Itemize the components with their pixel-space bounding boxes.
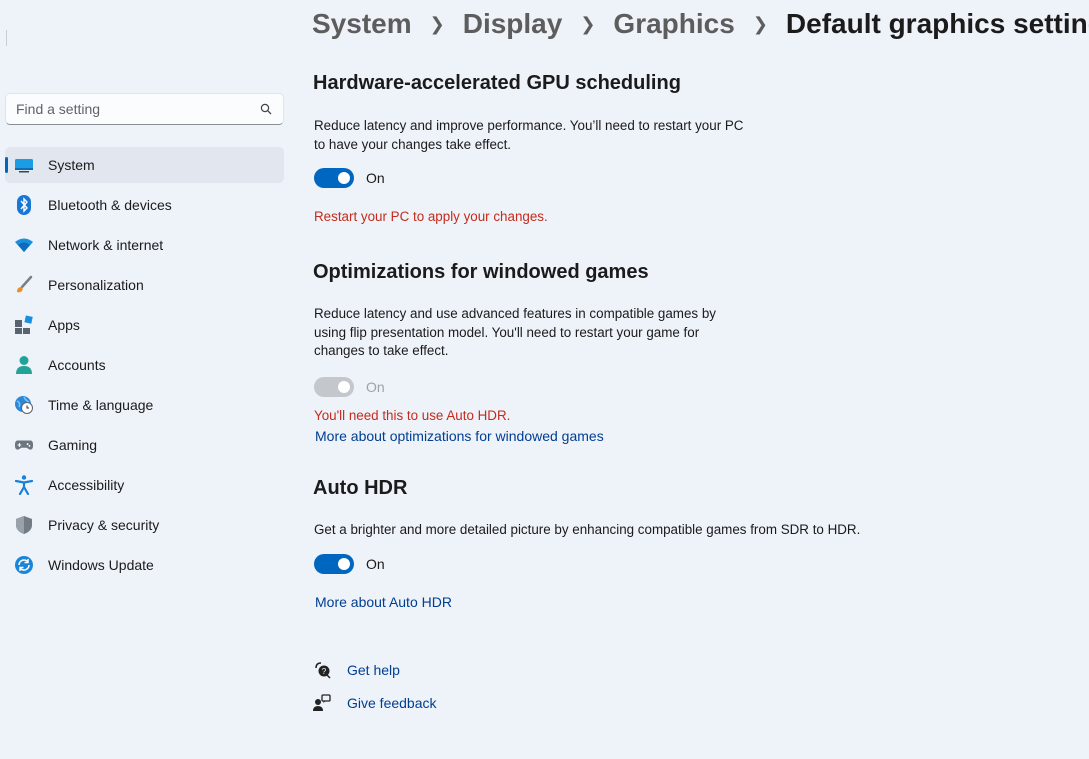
gpu-scheduling-title: Hardware-accelerated GPU scheduling — [313, 72, 681, 94]
description-line: using flip presentation model. You'll ne… — [314, 324, 700, 340]
sidebar-item-label: Time & language — [48, 397, 154, 413]
breadcrumb: System ❯ Display ❯ Graphics ❯ Default gr… — [312, 8, 1089, 40]
sidebar-item-windows-update[interactable]: Windows Update — [5, 547, 284, 583]
sidebar-item-label: System — [48, 157, 95, 173]
sidebar-item-bluetooth-devices[interactable]: Bluetooth & devices — [5, 187, 284, 223]
windowed-games-learn-more-link[interactable]: More about optimizations for windowed ga… — [315, 428, 604, 444]
give-feedback-link[interactable]: Give feedback — [347, 695, 437, 711]
toggle-knob — [338, 558, 350, 570]
get-help-row[interactable]: ? Get help — [313, 661, 400, 679]
page-title: Default graphics settings — [785, 8, 1089, 39]
brush-icon — [14, 275, 34, 295]
sidebar-item-label: Gaming — [48, 437, 98, 453]
apps-icon — [14, 315, 34, 335]
svg-text:?: ? — [322, 667, 327, 676]
gpu-scheduling-toggle[interactable] — [314, 168, 354, 188]
windowed-games-toggle-row: On — [314, 377, 385, 397]
window-title-divider — [6, 30, 7, 46]
sidebar-item-label: Accessibility — [48, 477, 125, 493]
sidebar-item-time-language[interactable]: Time & language — [5, 387, 284, 423]
breadcrumb-display[interactable]: Display — [463, 8, 563, 40]
toggle-state-label: On — [366, 170, 385, 186]
feedback-icon — [313, 694, 331, 712]
chevron-right-icon: ❯ — [580, 13, 596, 34]
description-line: to have your changes take effect. — [314, 136, 512, 152]
sidebar-item-label: Windows Update — [48, 557, 154, 573]
auto-hdr-toggle-row: On — [314, 554, 385, 574]
auto-hdr-learn-more-link[interactable]: More about Auto HDR — [315, 594, 452, 610]
windowed-games-title: Optimizations for windowed games — [313, 261, 649, 283]
description-line: Reduce latency and use advanced features… — [314, 306, 716, 321]
sidebar-item-accessibility[interactable]: Accessibility — [5, 467, 284, 503]
sidebar-item-label: Accounts — [48, 357, 106, 373]
sidebar-item-privacy-security[interactable]: Privacy & security — [5, 507, 284, 543]
give-feedback-row[interactable]: Give feedback — [313, 694, 437, 712]
sidebar: System Bluetooth & devices Network & int… — [0, 0, 295, 759]
toggle-state-label: On — [366, 379, 385, 395]
sidebar-item-label: Bluetooth & devices — [48, 197, 172, 213]
bluetooth-icon — [14, 195, 34, 215]
sidebar-item-apps[interactable]: Apps — [5, 307, 284, 343]
sidebar-item-system[interactable]: System — [5, 147, 284, 183]
auto-hdr-title: Auto HDR — [313, 477, 408, 499]
search-icon[interactable] — [259, 102, 273, 116]
gamepad-icon — [14, 435, 34, 455]
shield-icon — [14, 515, 34, 535]
sidebar-item-personalization[interactable]: Personalization — [5, 267, 284, 303]
person-icon — [14, 355, 34, 375]
sidebar-item-label: Network & internet — [48, 237, 164, 253]
auto-hdr-toggle[interactable] — [314, 554, 354, 574]
sidebar-item-label: Apps — [48, 317, 80, 333]
gpu-scheduling-description: Reduce latency and improve performance. … — [314, 117, 743, 154]
sidebar-item-network-internet[interactable]: Network & internet — [5, 227, 284, 263]
auto-hdr-requirement-warning: You'll need this to use Auto HDR. — [314, 408, 511, 423]
search-box[interactable] — [5, 93, 284, 125]
get-help-link[interactable]: Get help — [347, 662, 400, 678]
windowed-games-toggle[interactable] — [314, 377, 354, 397]
chevron-right-icon: ❯ — [429, 13, 445, 34]
sidebar-item-gaming[interactable]: Gaming — [5, 427, 284, 463]
gpu-scheduling-toggle-row: On — [314, 168, 385, 188]
update-icon — [14, 555, 34, 575]
auto-hdr-description: Get a brighter and more detailed picture… — [314, 522, 861, 537]
sidebar-item-accounts[interactable]: Accounts — [5, 347, 284, 383]
toggle-knob — [338, 381, 350, 393]
description-line: Reduce latency and improve performance. … — [314, 118, 744, 133]
wifi-icon — [14, 235, 34, 255]
windowed-games-description: Reduce latency and use advanced features… — [314, 305, 716, 361]
toggle-state-label: On — [366, 556, 385, 572]
description-line: changes to take effect. — [314, 343, 449, 358]
restart-warning: Restart your PC to apply your changes. — [314, 209, 548, 224]
toggle-knob — [338, 172, 350, 184]
sidebar-item-label: Personalization — [48, 277, 144, 293]
search-input[interactable] — [16, 101, 259, 117]
sidebar-item-label: Privacy & security — [48, 517, 160, 533]
chevron-right-icon: ❯ — [752, 13, 768, 34]
help-chat-icon: ? — [313, 661, 331, 679]
breadcrumb-graphics[interactable]: Graphics — [613, 8, 734, 40]
globe-clock-icon — [14, 395, 34, 415]
breadcrumb-system[interactable]: System — [312, 8, 412, 40]
sidebar-nav: System Bluetooth & devices Network & int… — [5, 147, 284, 587]
accessibility-icon — [14, 475, 34, 495]
system-icon — [14, 155, 34, 175]
